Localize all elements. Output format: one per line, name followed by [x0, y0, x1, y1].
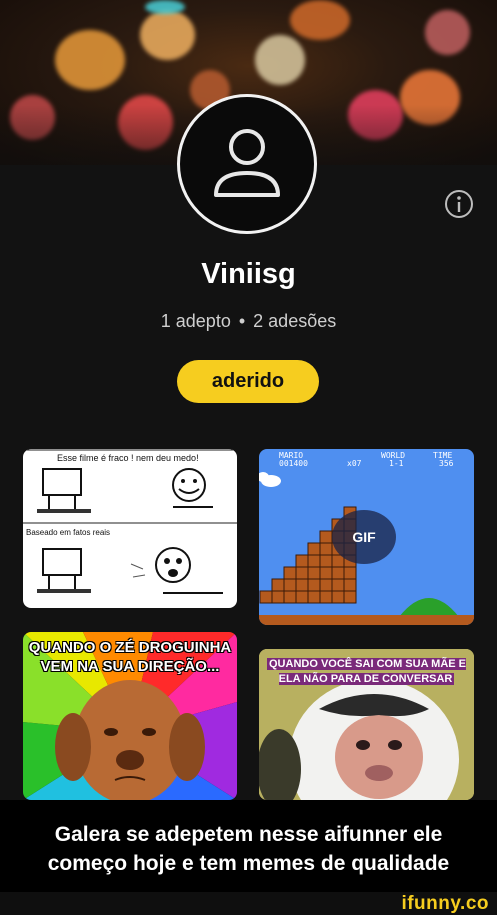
- avatar[interactable]: [177, 94, 317, 234]
- gif-badge: GIF: [332, 510, 396, 564]
- post-thumbnail-rage-comic[interactable]: Esse filme é fraco ! nem deu medo! Basea…: [23, 449, 237, 608]
- post-thumbnail-monkey-meme[interactable]: QUANDO VOCÊ SAI COM SUA MÃE E ELA NÃO PA…: [259, 649, 474, 800]
- stats-separator: •: [238, 311, 246, 331]
- info-icon[interactable]: [444, 189, 474, 219]
- comic-caption-bottom: Baseado em fatos reais: [26, 528, 111, 537]
- meme-caption: QUANDO VOCÊ SAI COM SUA MÃE E ELA NÃO PA…: [267, 658, 466, 685]
- profile-stats: 1 adepto • 2 adesões: [0, 311, 497, 332]
- caption-bar: Galera se adepetem nesse aifunner ele co…: [0, 800, 497, 892]
- join-button[interactable]: aderido: [177, 360, 319, 403]
- user-icon: [214, 129, 280, 197]
- subscriptions-count[interactable]: 2 adesões: [253, 311, 336, 331]
- caption-text: Galera se adepetem nesse aifunner ele co…: [47, 823, 450, 875]
- ifunny-watermark: ifunny.co: [401, 893, 489, 914]
- followers-count[interactable]: 1 adepto: [161, 311, 231, 331]
- username: Viniisg: [201, 258, 296, 290]
- meme-caption: QUANDO O ZÉ DROGUINHA VEM NA SUA DIREÇÃO…: [28, 639, 232, 675]
- post-thumbnail-dog-meme[interactable]: QUANDO O ZÉ DROGUINHA VEM NA SUA DIREÇÃO…: [23, 632, 237, 800]
